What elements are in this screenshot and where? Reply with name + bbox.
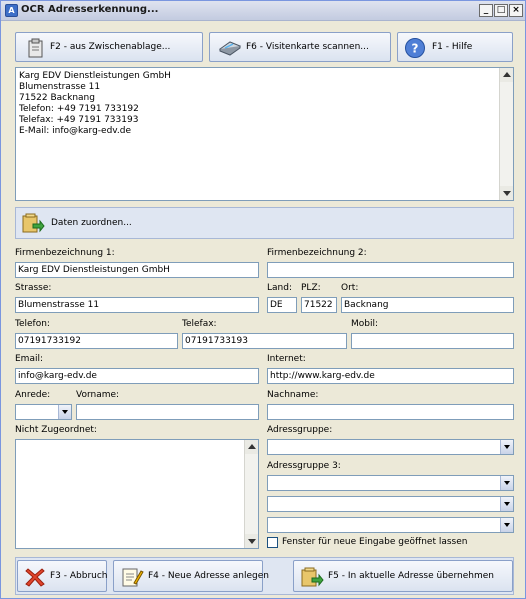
ocr-line: E-Mail: info@karg-edv.de bbox=[19, 126, 132, 136]
vorname-input[interactable] bbox=[76, 404, 259, 420]
unassigned-scrollbar[interactable] bbox=[244, 440, 258, 548]
svg-text:?: ? bbox=[412, 42, 419, 56]
land-input[interactable]: DE bbox=[267, 297, 297, 313]
strasse-input[interactable]: Blumenstrasse 11 bbox=[15, 297, 259, 313]
maximize-button[interactable]: □ bbox=[494, 4, 508, 17]
ocr-text-lines: Karg EDV Dienstleistungen GmbH Blumenstr… bbox=[19, 71, 171, 137]
apply-address-label: F5 - In aktuelle Adresse übernehmen bbox=[328, 571, 494, 581]
strasse-label: Strasse: bbox=[15, 283, 52, 293]
cancel-label: F3 - Abbruch bbox=[50, 571, 108, 581]
email-label: Email: bbox=[15, 354, 44, 364]
assign-data-button[interactable]: Daten zuordnen... bbox=[17, 209, 137, 237]
firma2-label: Firmenbezeichnung 2: bbox=[267, 248, 367, 258]
folder-arrow-icon bbox=[22, 213, 45, 233]
minimize-button[interactable]: _ bbox=[479, 4, 493, 17]
scanner-icon bbox=[218, 41, 242, 56]
scroll-down-arrow[interactable] bbox=[245, 534, 258, 548]
dropdown-arrow-icon[interactable] bbox=[500, 440, 513, 454]
new-address-label: F4 - Neue Adresse anlegen bbox=[148, 571, 269, 581]
adressgruppe3-label: Adressgruppe 3: bbox=[267, 461, 341, 471]
ocr-window: A OCR Adresserkennung... _ □ × F2 - aus … bbox=[0, 0, 526, 599]
nicht-zugeordnet-area[interactable] bbox=[15, 439, 259, 549]
close-button[interactable]: × bbox=[509, 4, 523, 17]
scroll-up-arrow[interactable] bbox=[500, 68, 513, 82]
email-input[interactable]: info@karg-edv.de bbox=[15, 368, 259, 384]
telefon-label: Telefon: bbox=[15, 319, 50, 329]
land-label: Land: bbox=[267, 283, 292, 293]
anrede-label: Anrede: bbox=[15, 390, 51, 400]
telefax-label: Telefax: bbox=[182, 319, 217, 329]
help-label: F1 - Hilfe bbox=[432, 42, 473, 52]
ocr-line: 71522 Backnang bbox=[19, 93, 95, 103]
scroll-down-arrow[interactable] bbox=[500, 186, 513, 200]
adressgruppe-label: Adressgruppe: bbox=[267, 425, 333, 435]
ocr-line: Telefon: +49 7191 733192 bbox=[19, 104, 139, 114]
firma1-input[interactable]: Karg EDV Dienstleistungen GmbH bbox=[15, 262, 259, 278]
apply-address-button[interactable]: F5 - In aktuelle Adresse übernehmen bbox=[293, 560, 513, 592]
internet-label: Internet: bbox=[267, 354, 306, 364]
nicht-zugeordnet-label: Nicht Zugeordnet: bbox=[15, 425, 97, 435]
help-button[interactable]: ? F1 - Hilfe bbox=[397, 32, 513, 62]
plz-input[interactable]: 71522 bbox=[301, 297, 337, 313]
clipboard-label: F2 - aus Zwischenablage... bbox=[50, 42, 171, 52]
ocr-text-area[interactable]: Karg EDV Dienstleistungen GmbH Blumenstr… bbox=[15, 67, 514, 201]
scroll-up-arrow[interactable] bbox=[245, 440, 258, 454]
ort-input[interactable]: Backnang bbox=[341, 297, 514, 313]
dropdown-arrow-icon[interactable] bbox=[500, 476, 513, 490]
ocr-line: Karg EDV Dienstleistungen GmbH bbox=[19, 71, 171, 81]
telefon-input[interactable]: 07191733192 bbox=[15, 333, 178, 349]
anrede-select[interactable] bbox=[15, 404, 72, 420]
dropdown-arrow-icon[interactable] bbox=[500, 497, 513, 511]
firma1-label: Firmenbezeichnung 1: bbox=[15, 248, 115, 258]
keep-open-checkbox[interactable] bbox=[267, 537, 278, 548]
telefax-input[interactable]: 07191733193 bbox=[182, 333, 347, 349]
dropdown-arrow-icon[interactable] bbox=[58, 405, 71, 419]
assign-data-label: Daten zuordnen... bbox=[51, 218, 132, 228]
mobil-input[interactable] bbox=[351, 333, 514, 349]
nachname-input[interactable] bbox=[267, 404, 514, 420]
ort-label: Ort: bbox=[341, 283, 359, 293]
cancel-x-icon bbox=[25, 568, 45, 587]
scan-button[interactable]: F6 - Visitenkarte scannen... bbox=[209, 32, 391, 62]
window-title: OCR Adresserkennung... bbox=[21, 4, 159, 15]
adressgruppe3-select-1[interactable] bbox=[267, 475, 514, 491]
dropdown-arrow-icon[interactable] bbox=[500, 518, 513, 532]
folder-arrow-icon bbox=[301, 567, 324, 587]
new-address-button[interactable]: F4 - Neue Adresse anlegen bbox=[113, 560, 269, 592]
adressgruppe3-select-3[interactable] bbox=[267, 517, 514, 533]
title-bar[interactable]: A OCR Adresserkennung... _ □ × bbox=[1, 1, 525, 21]
plz-label: PLZ: bbox=[301, 283, 321, 293]
ocr-scrollbar[interactable] bbox=[499, 68, 513, 200]
scan-label: F6 - Visitenkarte scannen... bbox=[246, 42, 369, 52]
internet-input[interactable]: http://www.karg-edv.de bbox=[267, 368, 514, 384]
note-pencil-icon bbox=[122, 568, 144, 587]
mobil-label: Mobil: bbox=[351, 319, 379, 329]
keep-open-label: Fenster für neue Eingabe geöffnet lassen bbox=[282, 537, 468, 547]
adressgruppe-select[interactable] bbox=[267, 439, 514, 455]
help-icon: ? bbox=[405, 38, 425, 58]
clipboard-icon bbox=[28, 38, 43, 58]
clipboard-button[interactable]: F2 - aus Zwischenablage... bbox=[15, 32, 203, 62]
cancel-button[interactable]: F3 - Abbruch bbox=[17, 560, 108, 592]
ocr-line: Blumenstrasse 11 bbox=[19, 82, 101, 92]
app-icon: A bbox=[5, 4, 18, 17]
adressgruppe3-select-2[interactable] bbox=[267, 496, 514, 512]
nachname-label: Nachname: bbox=[267, 390, 319, 400]
firma2-input[interactable] bbox=[267, 262, 514, 278]
vorname-label: Vorname: bbox=[76, 390, 120, 400]
ocr-line: Telefax: +49 7191 733193 bbox=[19, 115, 139, 125]
